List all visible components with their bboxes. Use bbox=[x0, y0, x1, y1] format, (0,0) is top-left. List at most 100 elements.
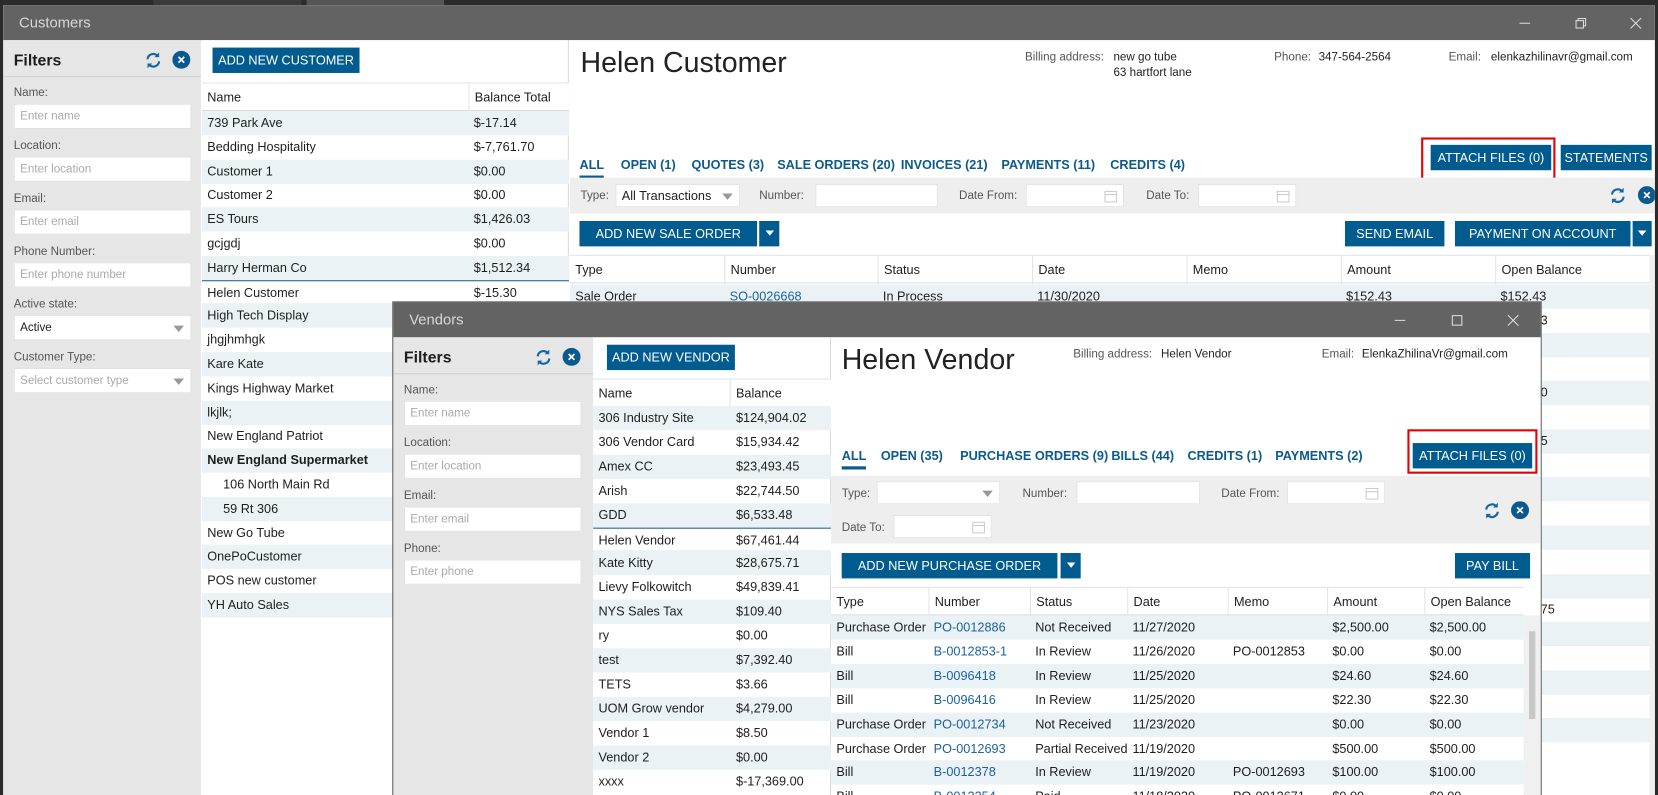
number-cell[interactable]: B-0012853-1 bbox=[928, 640, 1030, 664]
vendor-list-row[interactable]: 306 Vendor Card $15,934.42 bbox=[593, 430, 831, 454]
column-header-amount[interactable]: Amount bbox=[1327, 587, 1377, 617]
add-new-sale-order-button[interactable]: ADD NEW SALE ORDER bbox=[579, 220, 758, 247]
vendor-list-row[interactable]: UOM Grow vendor $4,279.00 bbox=[593, 696, 832, 721]
vendor-list-row[interactable]: ry $0.00 bbox=[593, 624, 831, 648]
scrollbar[interactable] bbox=[1649, 254, 1655, 795]
close-button[interactable] bbox=[1489, 302, 1538, 337]
vendor-list-row[interactable]: Helen Vendor $67,461.44 bbox=[593, 527, 832, 552]
tab-purchase-orders[interactable]: PURCHASE ORDERS (9) bbox=[960, 448, 1108, 463]
type-select[interactable]: All Transactions bbox=[615, 183, 741, 208]
column-header-amount[interactable]: Amount bbox=[1340, 255, 1391, 285]
vendor-transaction-row[interactable]: Bill B-0096418 In Review 11/25/2020 $24.60 $2… bbox=[831, 663, 1524, 689]
column-header-type[interactable]: Type bbox=[831, 588, 864, 617]
column-header-memo[interactable]: Memo bbox=[1227, 587, 1269, 617]
tab-all[interactable]: ALL bbox=[579, 158, 605, 179]
column-header-number[interactable]: Number bbox=[928, 587, 980, 617]
tab-payments[interactable]: PAYMENTS (2) bbox=[1275, 448, 1362, 463]
tab-credits[interactable]: CREDITS (4) bbox=[1110, 158, 1185, 173]
number-input[interactable] bbox=[815, 183, 938, 208]
minimize-button[interactable] bbox=[1500, 5, 1549, 40]
number-cell[interactable]: PO-0012886 bbox=[928, 615, 1030, 639]
refresh-button[interactable] bbox=[1482, 501, 1501, 523]
customer-list-row[interactable]: Customer 2 $0.00 bbox=[202, 183, 569, 207]
vendor-list-row[interactable]: GDD $6,533.48 bbox=[593, 502, 832, 528]
minimize-button[interactable] bbox=[1376, 302, 1425, 337]
date-to-input[interactable] bbox=[893, 514, 992, 539]
column-header-date[interactable]: Date bbox=[1032, 255, 1065, 285]
pay-bill-button[interactable]: PAY BILL bbox=[1454, 553, 1531, 579]
tab-open[interactable]: OPEN (35) bbox=[881, 448, 943, 463]
number-cell[interactable]: PO-0012693 bbox=[928, 736, 1030, 760]
customer-list-row[interactable]: 739 Park Ave $-17.14 bbox=[201, 111, 569, 136]
date-from-input[interactable] bbox=[1025, 183, 1125, 208]
calendar-icon[interactable] bbox=[1104, 189, 1118, 203]
vendor-transaction-row[interactable]: Purchase Order PO-0012734 Not Received 11/2… bbox=[831, 712, 1524, 737]
calendar-icon[interactable] bbox=[1276, 189, 1290, 203]
customer-list-row[interactable]: ES Tours $1,426.03 bbox=[201, 207, 569, 232]
column-header-name[interactable]: Name bbox=[593, 380, 632, 409]
phone-input[interactable]: Enter phone number bbox=[13, 262, 192, 288]
add-new-customer-button[interactable]: ADD NEW CUSTOMER bbox=[212, 47, 360, 73]
attach-files-button[interactable]: ATTACH FILES (0) bbox=[1430, 144, 1552, 171]
column-header-number[interactable]: Number bbox=[724, 255, 776, 285]
attach-files-button[interactable]: ATTACH FILES (0) bbox=[1412, 443, 1533, 469]
vendor-transaction-row[interactable]: Bill B-0012378 In Review 11/19/2020 PO-00126… bbox=[831, 760, 1524, 786]
phone-input[interactable]: Enter phone bbox=[403, 559, 582, 585]
number-cell[interactable]: B-0012354 bbox=[928, 785, 1030, 795]
vendor-list-row[interactable]: xxxx $-17,369.00 bbox=[593, 769, 831, 793]
column-header-type[interactable]: Type bbox=[570, 256, 603, 285]
close-button[interactable] bbox=[1611, 5, 1654, 40]
vendor-list-row[interactable]: Amex CC $23,493.45 bbox=[593, 454, 832, 479]
vendor-transaction-row[interactable]: BillB-0012354Paid11/18/2020PO-0012671$0.… bbox=[831, 785, 1524, 795]
refresh-filters-button[interactable] bbox=[144, 51, 163, 73]
payment-dropdown-button[interactable] bbox=[1632, 220, 1652, 247]
name-input[interactable]: Enter name bbox=[13, 103, 192, 130]
customer-list-row[interactable]: Customer 1 $0.00 bbox=[201, 159, 569, 184]
scrollbar[interactable] bbox=[1523, 615, 1541, 795]
email-input[interactable]: Enter email bbox=[403, 506, 582, 532]
customer-list-row[interactable]: gcjgdj $0.00 bbox=[202, 232, 569, 256]
clear-button[interactable] bbox=[1511, 501, 1530, 522]
purchase-order-dropdown-button[interactable] bbox=[1060, 553, 1081, 579]
vendor-list-row[interactable]: Lievy Folkowitch $49,839.41 bbox=[593, 576, 831, 600]
tab-quotes[interactable]: QUOTES (3) bbox=[692, 158, 765, 173]
vendor-list-row[interactable]: test $7,392.40 bbox=[593, 648, 832, 673]
column-header-open-balance[interactable]: Open Balance bbox=[1495, 255, 1582, 285]
maximize-button[interactable] bbox=[1433, 302, 1482, 337]
vendors-title-bar[interactable]: Vendors bbox=[393, 302, 1541, 338]
customers-title-bar[interactable]: Customers bbox=[3, 5, 1655, 41]
number-cell[interactable]: B-0096416 bbox=[928, 688, 1030, 712]
type-select[interactable] bbox=[876, 481, 1001, 505]
customer-type-select[interactable]: Select customer type bbox=[13, 367, 192, 394]
number-cell[interactable]: B-0096418 bbox=[928, 664, 1030, 688]
tab-invoices[interactable]: INVOICES (21) bbox=[901, 158, 988, 173]
payment-on-account-button[interactable]: PAYMENT ON ACCOUNT bbox=[1454, 220, 1631, 247]
vendor-list-row[interactable]: Vendor 2 $0.00 bbox=[593, 745, 832, 770]
vendor-transaction-row[interactable]: Purchase Order PO-0012693 Partial Received… bbox=[831, 736, 1524, 760]
scrollbar-thumb[interactable] bbox=[1529, 631, 1536, 720]
column-header-open-balance[interactable]: Open Balance bbox=[1424, 587, 1511, 617]
column-header-memo[interactable]: Memo bbox=[1186, 255, 1228, 285]
column-header-balance[interactable]: Balance bbox=[729, 379, 782, 409]
column-header-date[interactable]: Date bbox=[1127, 587, 1160, 617]
column-header-status[interactable]: Status bbox=[1029, 587, 1072, 617]
name-input[interactable]: Enter name bbox=[403, 400, 582, 427]
number-cell[interactable]: B-0012378 bbox=[928, 761, 1030, 785]
refresh-filters-button[interactable] bbox=[534, 348, 553, 370]
vendor-transaction-row[interactable]: Bill B-0096416 In Review 11/25/2020 $22.30 $2… bbox=[831, 688, 1524, 712]
location-input[interactable]: Enter location bbox=[403, 453, 582, 480]
vendor-list-row[interactable]: NYS Sales Tax $109.40 bbox=[593, 599, 832, 625]
vendor-list-row[interactable]: TETS $3.66 bbox=[593, 672, 831, 696]
tab-sale-orders[interactable]: SALE ORDERS (20) bbox=[777, 158, 895, 173]
customer-list-row[interactable]: Harry Herman Co $1,512.34 bbox=[201, 255, 569, 280]
clear-filters-button[interactable] bbox=[172, 50, 191, 72]
column-header-name[interactable]: Name bbox=[202, 84, 241, 113]
tab-bills[interactable]: BILLS (44) bbox=[1111, 448, 1174, 463]
tab-open[interactable]: OPEN (1) bbox=[621, 158, 676, 173]
statements-button[interactable]: STATEMENTS bbox=[1560, 144, 1652, 171]
vendor-list-row[interactable]: 306 Industry Site $124,904.02 bbox=[593, 406, 832, 431]
customer-list-row[interactable]: Bedding Hospitality $-7,761.70 bbox=[202, 135, 569, 159]
send-email-button[interactable]: SEND EMAIL bbox=[1345, 220, 1445, 247]
vendor-transaction-row[interactable]: Bill B-0012853-1 In Review 11/26/2020 PO-001… bbox=[831, 640, 1524, 664]
sale-order-dropdown-button[interactable] bbox=[759, 220, 780, 247]
